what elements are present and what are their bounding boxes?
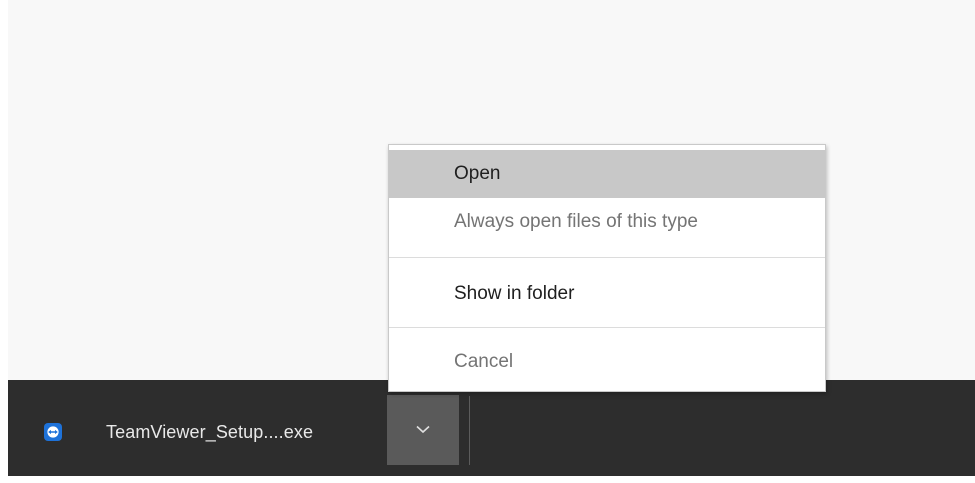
download-item[interactable]: TeamViewer_Setup....exe	[44, 412, 313, 452]
download-file-name[interactable]: TeamViewer_Setup....exe	[106, 422, 313, 443]
menu-item-show-in-folder[interactable]: Show in folder	[389, 270, 825, 318]
menu-separator	[389, 257, 825, 258]
menu-separator	[389, 327, 825, 328]
download-bar-divider	[469, 396, 470, 465]
menu-item-label: Open	[454, 163, 501, 184]
menu-item-label: Show in folder	[454, 283, 575, 304]
download-context-menu: Open Always open files of this type Show…	[388, 144, 826, 392]
teamviewer-icon	[44, 423, 62, 441]
chevron-down-icon	[416, 421, 430, 439]
menu-item-cancel[interactable]: Cancel	[389, 338, 825, 386]
menu-item-label: Cancel	[454, 351, 514, 372]
download-options-button[interactable]	[387, 395, 459, 465]
menu-item-always-open[interactable]: Always open files of this type	[389, 198, 825, 246]
bottom-strip	[8, 476, 975, 483]
menu-item-open[interactable]: Open	[389, 150, 825, 198]
left-gutter	[0, 0, 8, 483]
menu-item-label: Always open files of this type	[454, 211, 698, 232]
